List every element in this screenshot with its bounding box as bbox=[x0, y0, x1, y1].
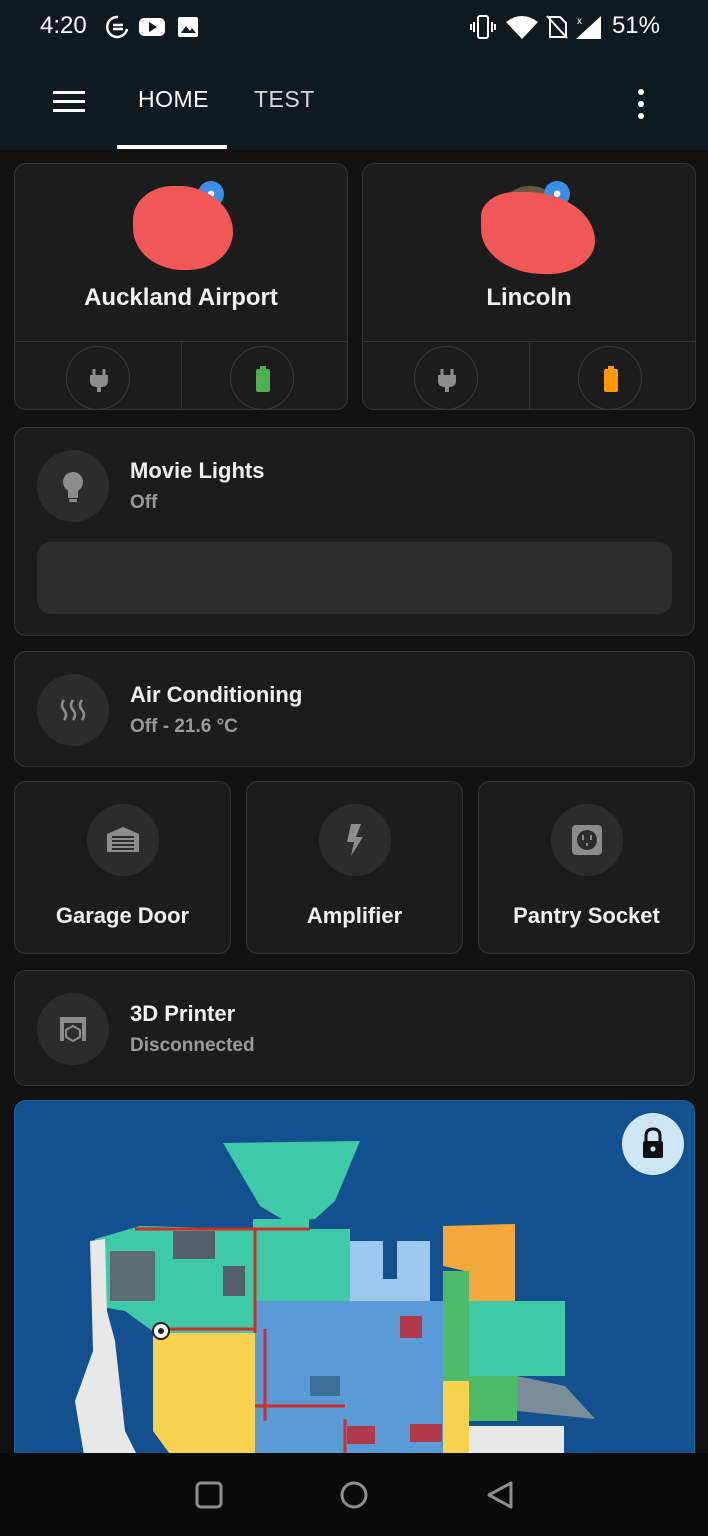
printer-3d-icon[interactable] bbox=[37, 993, 109, 1065]
battery-icon[interactable] bbox=[578, 346, 642, 410]
3d-printer-card[interactable]: 3D Printer Disconnected bbox=[14, 970, 695, 1086]
heat-wave-icon[interactable] bbox=[37, 674, 109, 746]
flash-icon bbox=[319, 804, 391, 876]
map-room bbox=[443, 1271, 469, 1381]
map-room bbox=[469, 1301, 565, 1376]
entity-state: Disconnected bbox=[130, 1035, 255, 1056]
image-icon bbox=[178, 17, 198, 37]
battery-icon[interactable] bbox=[230, 346, 294, 410]
map-gap bbox=[383, 1241, 397, 1279]
plug-icon[interactable] bbox=[66, 346, 130, 410]
entity-name: 3D Printer bbox=[130, 1001, 236, 1026]
divider bbox=[181, 342, 182, 409]
no-sim-icon bbox=[546, 15, 568, 39]
entity-state: Off - 21.6 °C bbox=[130, 716, 238, 737]
more-options-icon[interactable] bbox=[620, 84, 660, 124]
map-no-go-zone bbox=[400, 1316, 422, 1338]
person-badges bbox=[363, 341, 695, 410]
person-card-lincoln[interactable]: ● Lincoln bbox=[362, 163, 696, 410]
tab-test[interactable]: TEST bbox=[254, 86, 315, 113]
youtube-icon bbox=[139, 18, 165, 36]
map-room bbox=[443, 1381, 469, 1459]
map-furniture bbox=[223, 1266, 245, 1296]
amplifier-button[interactable]: Amplifier bbox=[246, 781, 463, 954]
svg-text:x: x bbox=[577, 16, 582, 27]
pantry-socket-button[interactable]: Pantry Socket bbox=[478, 781, 695, 954]
button-label: Amplifier bbox=[306, 903, 403, 928]
person-name: Lincoln bbox=[486, 284, 572, 311]
entity-state: Off bbox=[130, 492, 158, 513]
person-name: Auckland Airport bbox=[84, 284, 278, 311]
map-furniture bbox=[517, 1376, 595, 1419]
map-no-go-zone bbox=[347, 1426, 375, 1444]
floor-map[interactable] bbox=[15, 1101, 695, 1460]
map-room bbox=[153, 1333, 255, 1459]
data-saver-icon bbox=[106, 15, 129, 39]
brightness-slider[interactable] bbox=[37, 542, 672, 614]
garage-door-button[interactable]: Garage Door bbox=[14, 781, 231, 954]
movie-lights-card[interactable]: Movie Lights Off bbox=[14, 427, 695, 636]
map-furniture bbox=[310, 1376, 340, 1396]
map-no-go-zone bbox=[410, 1424, 442, 1442]
home-icon[interactable] bbox=[339, 1480, 369, 1510]
map-room bbox=[469, 1376, 517, 1421]
app-bar: HOME TEST bbox=[0, 56, 708, 150]
air-conditioning-card[interactable]: Air Conditioning Off - 21.6 °C bbox=[14, 651, 695, 767]
vacuum-map-card[interactable] bbox=[14, 1100, 695, 1460]
system-nav-bar bbox=[0, 1453, 708, 1536]
battery-percentage: 51% bbox=[611, 12, 660, 39]
map-furniture bbox=[173, 1231, 215, 1259]
button-label: Pantry Socket bbox=[513, 903, 660, 928]
divider bbox=[529, 342, 530, 409]
status-time: 4:20 bbox=[40, 12, 87, 39]
plug-icon[interactable] bbox=[414, 346, 478, 410]
person-badges bbox=[15, 341, 347, 410]
robot-vacuum-center bbox=[158, 1328, 164, 1334]
tab-home[interactable]: HOME bbox=[138, 86, 209, 113]
map-room bbox=[223, 1141, 360, 1221]
entity-name: Movie Lights bbox=[130, 458, 265, 483]
lightbulb-icon[interactable] bbox=[37, 450, 109, 522]
recent-apps-icon[interactable] bbox=[195, 1481, 223, 1509]
map-furniture bbox=[110, 1251, 155, 1301]
status-bar: 4:20 x 51% bbox=[0, 0, 708, 56]
garage-icon bbox=[87, 804, 159, 876]
back-icon[interactable] bbox=[485, 1480, 515, 1510]
wifi-icon bbox=[506, 16, 538, 39]
entity-name: Air Conditioning bbox=[130, 682, 303, 707]
signal-icon: x bbox=[576, 16, 601, 39]
menu-icon[interactable] bbox=[40, 78, 96, 126]
vibrate-icon bbox=[470, 15, 496, 39]
active-tab-indicator bbox=[117, 145, 227, 149]
person-card-auckland-airport[interactable]: ● Auckland Airport bbox=[14, 163, 348, 410]
redaction-mark bbox=[481, 192, 595, 274]
lock-icon[interactable] bbox=[622, 1113, 684, 1175]
button-label: Garage Door bbox=[55, 903, 190, 928]
power-socket-icon bbox=[551, 804, 623, 876]
